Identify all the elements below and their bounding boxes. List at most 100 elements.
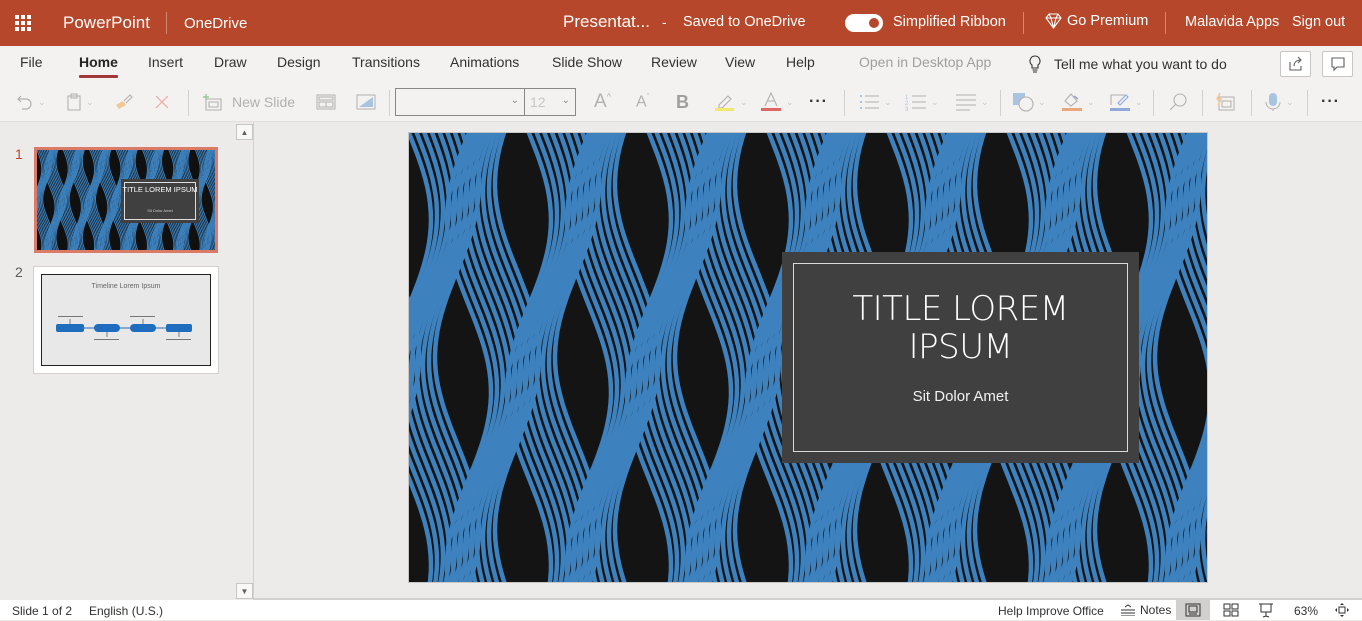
new-slide-button[interactable]: New Slide — [202, 92, 295, 112]
ribbon-toolbar: ⌄ ⌄ New Slide ⌄ 12 ⌄ A^ Aˇ B ⌄ ⌄ ··· ⌄ 1… — [0, 82, 1362, 122]
shrink-font-button[interactable]: Aˇ — [636, 92, 650, 112]
more-options-button[interactable]: ··· — [1321, 92, 1340, 112]
share-button[interactable] — [1280, 51, 1311, 77]
notes-icon — [1121, 604, 1135, 616]
slide-thumbnail-panel: ▲ 1 TITLE LOREM IPSUM Sit Dolor Amet 2 T… — [0, 122, 254, 600]
divider — [1165, 12, 1166, 34]
notes-label: Notes — [1140, 603, 1172, 617]
thumbnail-2-frame: Timeline Lorem Ipsum — [41, 274, 211, 366]
slide-thumbnail-2[interactable]: Timeline Lorem Ipsum — [33, 266, 219, 374]
slide-thumbnail-1[interactable]: TITLE LOREM IPSUM Sit Dolor Amet — [34, 147, 218, 253]
slide-title-line-2: IPSUM — [908, 327, 1013, 367]
format-painter-icon — [116, 94, 133, 109]
scroll-down-button[interactable]: ▼ — [236, 583, 253, 599]
font-name-select[interactable]: ⌄ — [395, 88, 525, 116]
bullets-button[interactable]: ⌄ — [858, 92, 892, 112]
font-color-button[interactable]: ⌄ — [760, 92, 794, 112]
caret-down-icon: ▼ — [240, 586, 249, 596]
more-font-options-button[interactable]: ··· — [809, 92, 828, 112]
tell-me-label: Tell me what you want to do — [1054, 56, 1227, 72]
title-placeholder[interactable]: TITLE LOREM IPSUM Sit Dolor Amet — [782, 252, 1139, 463]
zoom-level[interactable]: 63% — [1294, 604, 1318, 618]
dictate-button[interactable]: ⌄ — [1264, 92, 1294, 112]
divider — [1251, 90, 1252, 116]
comments-button[interactable] — [1322, 51, 1353, 77]
layout-button[interactable] — [316, 92, 336, 112]
chevron-down-icon: ⌄ — [510, 95, 519, 106]
shape-outline-icon — [1110, 94, 1130, 111]
background-icon — [356, 94, 376, 110]
title-bar: PowerPoint OneDrive Presentat... - Saved… — [0, 0, 1362, 46]
tab-view[interactable]: View — [725, 54, 755, 70]
sign-out-link[interactable]: Sign out — [1292, 14, 1345, 30]
document-title[interactable]: Presentat... — [563, 12, 650, 32]
tab-transitions[interactable]: Transitions — [352, 54, 420, 70]
designer-button[interactable] — [1214, 92, 1236, 112]
clear-button[interactable] — [154, 92, 170, 112]
thumbnail-title-box: TITLE LOREM IPSUM Sit Dolor Amet — [121, 179, 199, 223]
tab-animations[interactable]: Animations — [450, 54, 519, 70]
tab-file[interactable]: File — [20, 54, 43, 70]
slide-subtitle[interactable]: Sit Dolor Amet — [782, 388, 1139, 405]
chevron-down-icon: ⌄ — [561, 95, 570, 106]
divider — [389, 90, 390, 116]
clear-icon — [155, 95, 169, 109]
scroll-up-button[interactable]: ▲ — [236, 124, 253, 140]
paste-button[interactable]: ⌄ — [66, 92, 94, 112]
divider — [1153, 90, 1154, 116]
go-premium-button[interactable]: Go Premium — [1045, 13, 1148, 29]
tab-insert[interactable]: Insert — [148, 54, 183, 70]
tell-me-search[interactable]: Tell me what you want to do — [1028, 55, 1227, 73]
app-launcher-button[interactable] — [0, 0, 46, 46]
shapes-icon — [1013, 93, 1034, 112]
timeline-graphic — [56, 316, 192, 340]
microphone-icon — [1265, 93, 1281, 111]
tab-help[interactable]: Help — [786, 54, 815, 70]
find-button[interactable] — [1168, 92, 1188, 112]
highlight-icon — [715, 95, 734, 111]
font-size-value: 12 — [530, 94, 546, 110]
account-name[interactable]: Malavida Apps — [1185, 14, 1279, 30]
simplified-ribbon-toggle[interactable] — [845, 14, 883, 32]
open-in-desktop-app-button[interactable]: Open in Desktop App — [859, 54, 991, 70]
slide-title[interactable]: TITLE LOREM IPSUM — [782, 290, 1139, 366]
font-size-select[interactable]: 12 ⌄ — [524, 88, 576, 116]
align-button[interactable]: ⌄ — [955, 92, 989, 112]
grow-font-button[interactable]: A^ — [594, 91, 611, 112]
background-button[interactable] — [356, 92, 376, 112]
tab-draw[interactable]: Draw — [214, 54, 247, 70]
highlight-button[interactable]: ⌄ — [714, 92, 748, 112]
more-icon: ··· — [1321, 93, 1340, 110]
app-name-link[interactable]: PowerPoint — [63, 12, 167, 34]
notes-button[interactable]: Notes — [1120, 603, 1171, 617]
slide-sorter-button[interactable] — [1214, 600, 1248, 620]
language-indicator[interactable]: English (U.S.) — [89, 604, 163, 618]
tab-slide-show[interactable]: Slide Show — [552, 54, 622, 70]
shapes-button[interactable]: ⌄ — [1012, 92, 1046, 112]
slide-show-button[interactable] — [1249, 600, 1283, 620]
divider — [844, 90, 845, 116]
numbering-button[interactable]: 1 2 3 ⌄ — [905, 92, 939, 112]
bold-button[interactable]: B — [676, 92, 689, 112]
fit-to-window-button[interactable] — [1334, 602, 1350, 621]
tab-review[interactable]: Review — [651, 54, 697, 70]
tab-design[interactable]: Design — [277, 54, 321, 70]
thumbnail-title: Timeline Lorem Ipsum — [91, 283, 161, 290]
new-slide-icon — [203, 94, 222, 111]
font-color-icon — [761, 92, 781, 111]
shape-fill-button[interactable]: ⌄ — [1061, 92, 1095, 112]
help-improve-office-link[interactable]: Help Improve Office — [998, 604, 1104, 618]
onedrive-link[interactable]: OneDrive — [184, 15, 247, 32]
shape-outline-button[interactable]: ⌄ — [1109, 92, 1143, 112]
thumbnail-number: 1 — [15, 146, 23, 162]
format-painter-button[interactable] — [114, 92, 134, 112]
undo-button[interactable]: ⌄ — [16, 92, 46, 112]
simplified-ribbon-label: Simplified Ribbon — [893, 14, 1006, 30]
normal-view-button[interactable] — [1176, 600, 1210, 620]
shrink-font-icon: Aˇ — [636, 92, 650, 111]
tab-home[interactable]: Home — [79, 54, 118, 78]
thumbnail-number: 2 — [15, 264, 23, 280]
new-slide-label: New Slide — [232, 94, 296, 110]
status-bar: Slide 1 of 2 English (U.S.) Help Improve… — [0, 600, 1362, 620]
grow-font-icon: A^ — [594, 91, 611, 112]
